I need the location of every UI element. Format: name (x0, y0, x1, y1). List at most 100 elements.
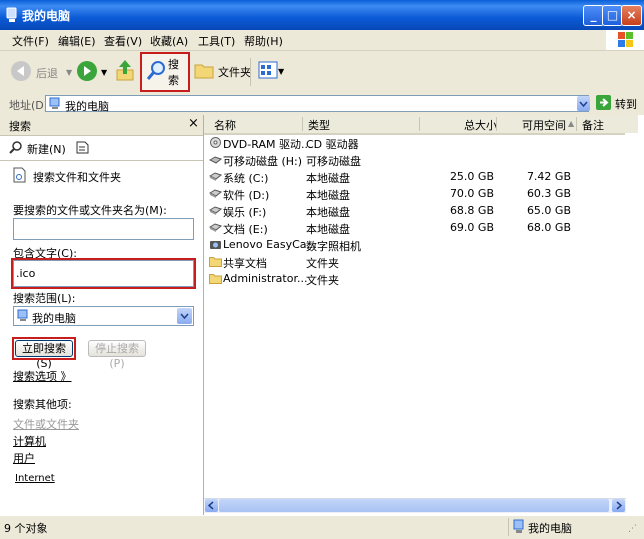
row-name: 共享文档 (223, 257, 267, 270)
views-dropdown-icon[interactable]: ▼ (278, 67, 284, 76)
status-bar: 9 个对象 我的电脑 ⋰ (0, 515, 644, 539)
row-type: 本地磁盘 (306, 206, 350, 219)
row-type: 文件夹 (306, 274, 339, 287)
column-free-space[interactable]: 可用空间 (522, 117, 566, 133)
up-folder-icon (114, 58, 136, 85)
row-free: 65.0 GB (526, 204, 571, 217)
scope-dropdown-icon[interactable] (177, 308, 192, 324)
other-files-link[interactable]: 文件或文件夹 (13, 416, 79, 432)
row-free: 7.42 GB (526, 170, 571, 183)
row-total: 68.8 GB (449, 204, 494, 217)
address-input[interactable]: 我的电脑 (45, 95, 589, 113)
file-row[interactable]: 共享文档 文件夹 (208, 254, 638, 271)
menu-view[interactable]: 查看(V) (104, 33, 142, 49)
back-dropdown-icon[interactable]: ▼ (66, 68, 72, 77)
status-count: 9 个对象 (4, 522, 48, 535)
hard-disk-icon (208, 188, 223, 199)
status-separator (508, 518, 509, 536)
row-name: Administrator... (223, 272, 308, 285)
row-type: 可移动磁盘 (306, 155, 361, 168)
up-folder-button[interactable] (114, 58, 136, 85)
column-separator[interactable] (496, 117, 497, 131)
column-separator[interactable] (302, 117, 303, 131)
scope-select[interactable]: 我的电脑 (13, 306, 194, 326)
file-row[interactable]: 软件 (D:) 本地磁盘 70.0 GB 60.3 GB (208, 186, 638, 203)
file-row[interactable]: Lenovo EasyCa... 数字照相机 (208, 237, 638, 254)
file-row[interactable]: 系统 (C:) 本地磁盘 25.0 GB 7.42 GB (208, 169, 638, 186)
computer-icon (49, 97, 61, 113)
folder-icon (209, 273, 222, 284)
row-type: CD 驱动器 (306, 138, 359, 151)
row-name: 文档 (E:) (223, 223, 268, 236)
back-arrow-icon (10, 60, 32, 85)
scroll-right-icon[interactable] (612, 499, 625, 512)
other-computers-link[interactable]: 计算机 (13, 433, 46, 449)
vertical-scrollbar[interactable] (625, 133, 638, 498)
menu-file[interactable]: 文件(F) (12, 33, 49, 49)
other-users-link[interactable]: 用户 (13, 450, 35, 466)
internet-link[interactable]: Internet (15, 473, 55, 484)
document-search-icon (13, 167, 27, 186)
forward-arrow-icon (76, 60, 98, 85)
go-button[interactable]: 转到 (596, 95, 640, 113)
folders-button[interactable]: 文件夹 (194, 61, 251, 82)
file-row[interactable]: 可移动磁盘 (H:) 可移动磁盘 (208, 152, 638, 169)
file-row[interactable]: Administrator... 文件夹 (208, 271, 638, 288)
column-notes[interactable]: 备注 (582, 117, 604, 133)
title-bar[interactable] (0, 0, 644, 30)
hard-disk-icon (208, 222, 223, 233)
row-type: 数字照相机 (306, 240, 361, 253)
toolbar-separator (250, 58, 251, 86)
row-total: 25.0 GB (449, 170, 494, 183)
column-type[interactable]: 类型 (308, 117, 330, 133)
file-row[interactable]: DVD-RAM 驱动... CD 驱动器 (208, 135, 638, 152)
go-arrow-icon (596, 95, 611, 113)
search-button[interactable]: 搜索 (140, 52, 190, 92)
row-name: Lenovo EasyCa... (223, 238, 317, 251)
column-total-size[interactable]: 总大小 (464, 117, 497, 133)
stop-search-button[interactable]: 停止搜索(P) (88, 340, 146, 370)
scroll-left-icon[interactable] (205, 499, 218, 512)
column-separator[interactable] (419, 117, 420, 131)
row-free: 60.3 GB (526, 187, 571, 200)
back-button[interactable]: 后退 ▼ (10, 60, 72, 85)
resize-grip-icon[interactable]: ⋰ (628, 524, 637, 534)
menu-edit[interactable]: 编辑(E) (58, 33, 96, 49)
row-name: 软件 (D:) (223, 189, 270, 202)
close-button[interactable]: × (621, 5, 642, 26)
forward-dropdown-icon[interactable]: ▼ (101, 68, 107, 77)
removable-disk-icon (208, 154, 223, 165)
status-location: 我的电脑 (528, 522, 572, 535)
folders-icon (194, 61, 214, 82)
menu-favorites[interactable]: 收藏(A) (150, 33, 188, 49)
horizontal-scrollbar[interactable] (204, 498, 626, 513)
search-pane-header: 搜索 × (0, 115, 203, 136)
column-separator[interactable] (576, 117, 577, 131)
filename-input[interactable] (13, 218, 194, 240)
computer-icon (513, 519, 525, 537)
forward-button[interactable]: ▼ (76, 60, 107, 85)
row-type: 本地磁盘 (306, 172, 350, 185)
views-button[interactable]: ▼ (258, 61, 284, 82)
horizontal-scroll-thumb[interactable] (219, 499, 609, 512)
column-name[interactable]: 名称 (214, 117, 236, 133)
maximize-button[interactable]: □ (602, 5, 623, 26)
file-row[interactable]: 娱乐 (F:) 本地磁盘 68.8 GB 65.0 GB (208, 203, 638, 220)
row-name: 系统 (C:) (223, 172, 269, 185)
file-row[interactable]: 文档 (E:) 本地磁盘 69.0 GB 68.0 GB (208, 220, 638, 237)
menu-help[interactable]: 帮助(H) (244, 33, 283, 49)
scope-label: 搜索范围(L): (13, 292, 76, 305)
search-now-highlight (12, 337, 76, 360)
folder-icon (209, 256, 222, 267)
menu-tools[interactable]: 工具(T) (198, 33, 235, 49)
address-dropdown-icon[interactable] (577, 96, 590, 111)
favorites-search-icon[interactable] (74, 139, 90, 158)
computer-icon (6, 7, 18, 23)
close-search-pane-icon[interactable]: × (188, 116, 199, 131)
minimize-button[interactable]: _ (583, 5, 604, 26)
contains-text-highlight (11, 258, 196, 289)
hard-disk-icon (208, 171, 223, 182)
new-search-button[interactable]: 新建(N) (9, 140, 66, 157)
search-options-link[interactable]: 搜索选项 》 (13, 368, 72, 384)
windows-logo-icon (606, 30, 644, 50)
